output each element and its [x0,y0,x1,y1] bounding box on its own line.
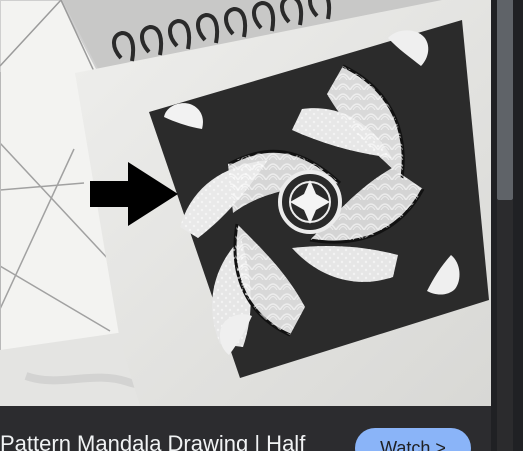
video-result-card[interactable]: Pattern Mandala Drawing | Half Watch > [0,0,523,451]
scrollbar-thumb[interactable] [497,0,513,200]
vertical-scrollbar[interactable] [491,0,523,451]
mandala-video-thumbnail[interactable] [0,0,491,406]
scrollbar-track[interactable] [497,200,513,451]
video-title[interactable]: Pattern Mandala Drawing | Half [0,430,355,451]
watch-button[interactable]: Watch > [355,428,471,451]
video-caption-bar: Pattern Mandala Drawing | Half Watch > [0,406,491,451]
